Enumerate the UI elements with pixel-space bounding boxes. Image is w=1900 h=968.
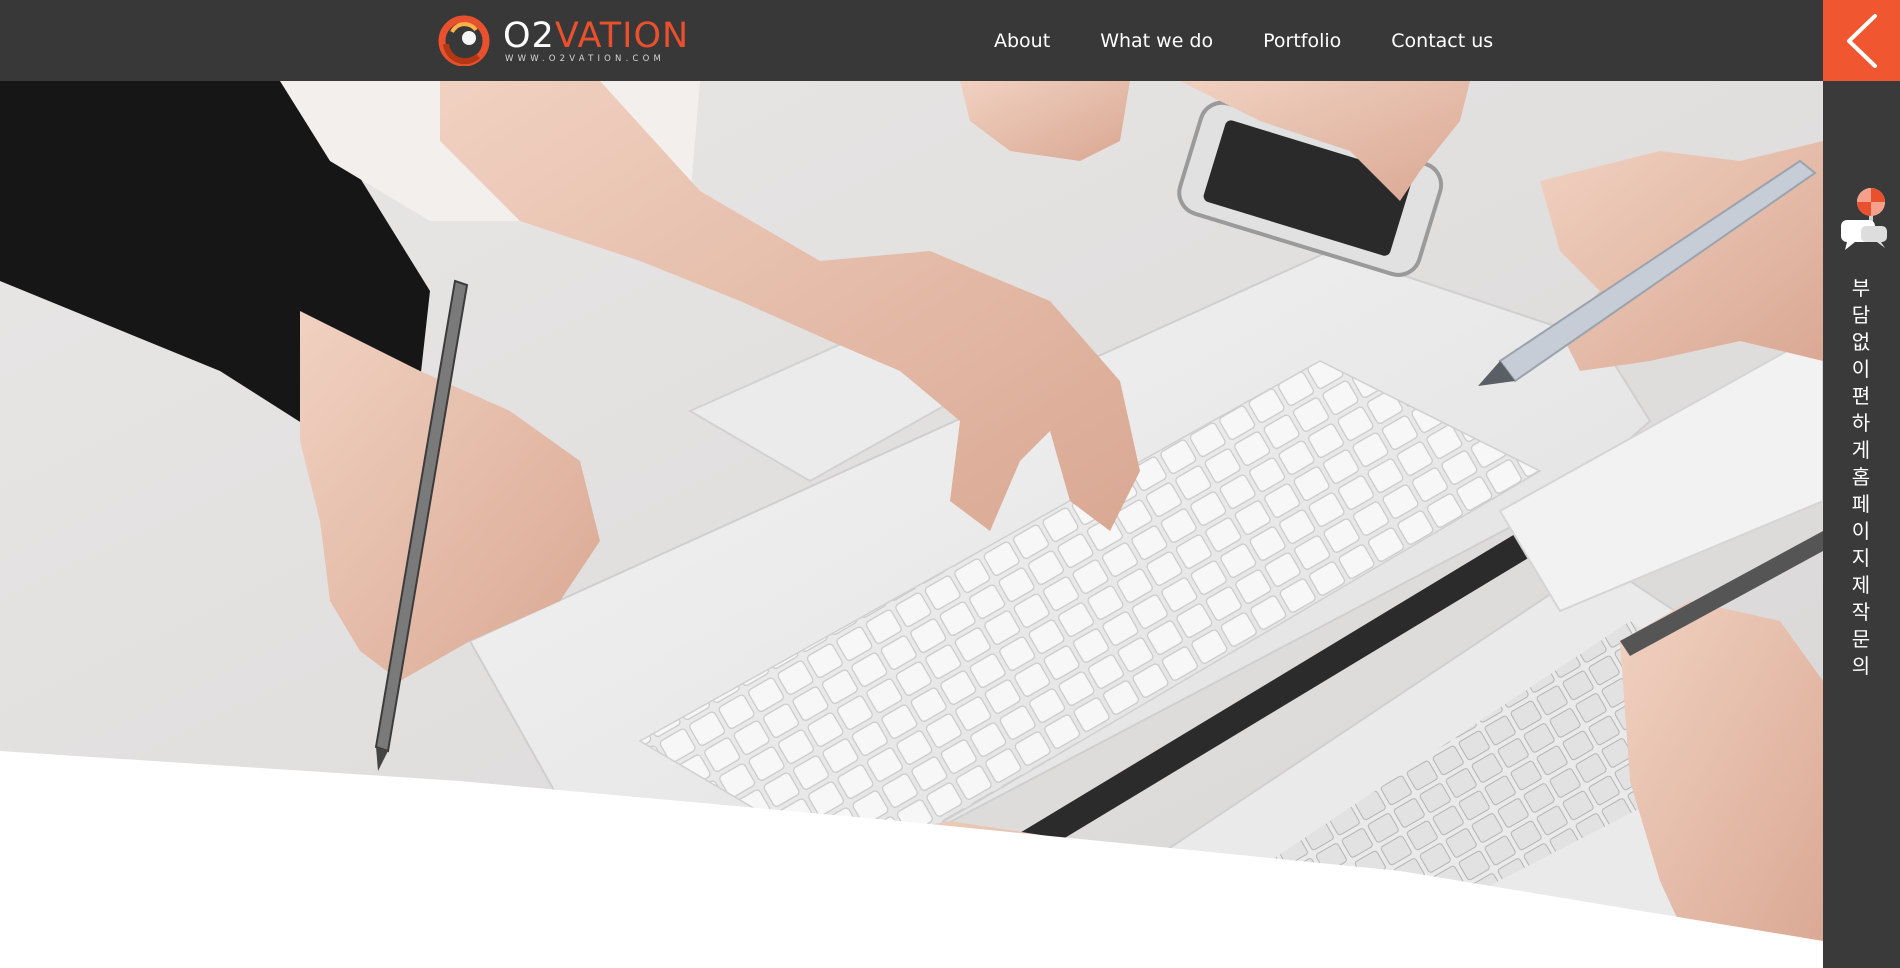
hero-photo [0, 81, 1823, 968]
sidebar-toggle-button[interactable] [1823, 0, 1900, 81]
inquiry-text[interactable]: 부담없이 편하게 홈페이지제작 문의 [1845, 275, 1877, 680]
chat-lollipop-icon[interactable] [1835, 186, 1891, 252]
brand-logo[interactable]: O2VATION WWW.O2VATION.COM [438, 14, 688, 66]
nav-about[interactable]: About [994, 30, 1050, 52]
site-header: O2VATION WWW.O2VATION.COM About What we … [0, 0, 1823, 81]
nav-what-we-do[interactable]: What we do [1100, 30, 1213, 52]
brand-name: O2VATION [503, 16, 690, 56]
main-nav: About What we do Portfolio Contact us [994, 0, 1493, 81]
brand-url: WWW.O2VATION.COM [505, 54, 666, 64]
nav-contact-us[interactable]: Contact us [1391, 30, 1493, 52]
right-sidebar: 부담없이 편하게 홈페이지제작 문의 [1823, 0, 1900, 968]
chevron-left-icon [1847, 14, 1877, 68]
logo-swirl-icon [438, 15, 490, 66]
hero-banner [0, 81, 1823, 968]
nav-portfolio[interactable]: Portfolio [1263, 30, 1341, 52]
